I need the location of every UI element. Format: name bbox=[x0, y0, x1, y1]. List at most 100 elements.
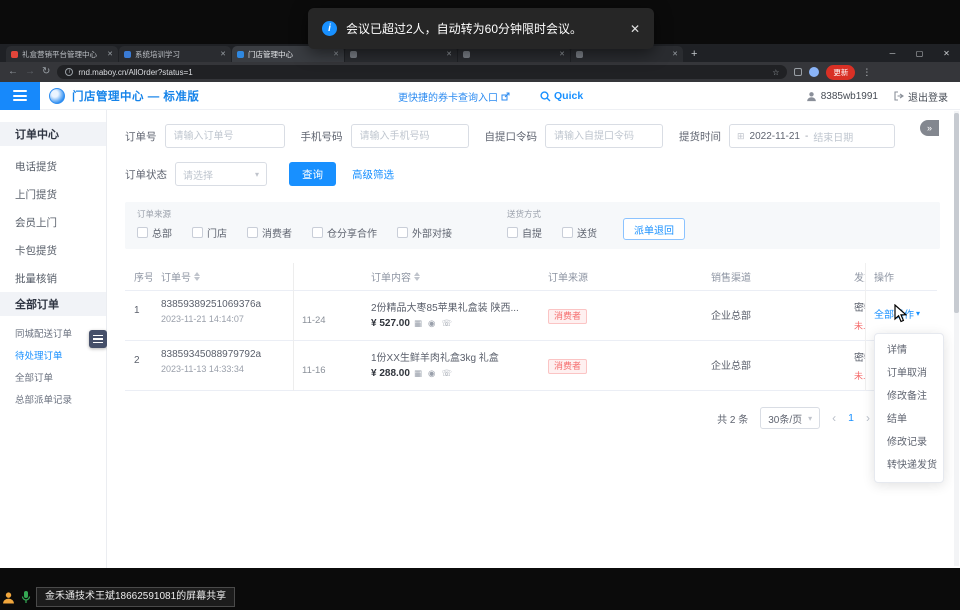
service-icon[interactable]: ◉ bbox=[428, 318, 437, 329]
checkbox-icon[interactable] bbox=[137, 227, 148, 238]
dropdown-menu-item[interactable]: 详情 bbox=[875, 339, 943, 362]
profile-avatar[interactable] bbox=[809, 67, 819, 77]
new-tab-button[interactable]: + bbox=[691, 46, 697, 62]
user-icon bbox=[806, 91, 817, 102]
order-source-group: 订单来源 总部 门店 bbox=[137, 208, 489, 240]
toast-close-icon[interactable]: ✕ bbox=[630, 22, 640, 36]
back-icon[interactable]: ← bbox=[8, 67, 18, 77]
app-title: 门店管理中心 — 标准版 bbox=[72, 88, 199, 104]
source-option[interactable]: 外部对接 bbox=[397, 225, 452, 240]
tab-close-icon[interactable]: ✕ bbox=[559, 50, 565, 58]
logout-icon bbox=[894, 91, 904, 101]
scrollbar-thumb[interactable] bbox=[954, 113, 959, 313]
sidebar-item[interactable]: 上门提货 bbox=[0, 180, 106, 208]
close-button[interactable]: ✕ bbox=[933, 49, 960, 58]
delivery-option[interactable]: 自提 bbox=[507, 225, 542, 240]
coupon-query-link[interactable]: 更快捷的券卡查询入口 bbox=[398, 89, 510, 104]
order-no-input[interactable] bbox=[165, 124, 285, 148]
sidebar-item[interactable]: 全部订单 bbox=[0, 366, 106, 388]
sort-caret-icon[interactable] bbox=[414, 272, 420, 281]
forward-icon[interactable]: → bbox=[25, 67, 35, 77]
tab-close-icon[interactable]: ✕ bbox=[107, 50, 113, 58]
date-range-picker[interactable]: ⊞ 2022-11-21 - 结束日期 bbox=[729, 124, 895, 148]
checkbox-icon[interactable] bbox=[507, 227, 518, 238]
dropdown-menu-item[interactable]: 修改备注 bbox=[875, 385, 943, 408]
user-account[interactable]: 8385wb1991 bbox=[806, 91, 878, 102]
page-size-select[interactable]: 30条/页 ▾ bbox=[760, 407, 820, 429]
share-status-text: 金禾通技术王斌18662591081的屏幕共享 bbox=[36, 587, 235, 607]
browser-update-button[interactable]: 更新 bbox=[826, 65, 855, 80]
search-button[interactable]: 查询 bbox=[289, 162, 336, 186]
order-table: 序号 订单号 订单内容 订单来源 销售渠道 发货 操作 bbox=[125, 263, 937, 391]
date-separator: - bbox=[805, 131, 808, 142]
main-content: » 订单号 手机号码 自提口令码 bbox=[107, 110, 960, 568]
sidebar-item[interactable]: 全部订单 bbox=[0, 292, 106, 316]
checkbox-icon[interactable] bbox=[312, 227, 323, 238]
dropdown-menu-item[interactable]: 结单 bbox=[875, 408, 943, 431]
pagination: 共 2 条 30条/页 ▾ ‹ 1 › bbox=[107, 407, 870, 429]
checkbox-icon[interactable] bbox=[247, 227, 258, 238]
chevron-down-icon: ▾ bbox=[255, 170, 259, 179]
logout-button[interactable]: 退出登录 bbox=[894, 89, 948, 104]
prev-page-button[interactable]: ‹ bbox=[832, 411, 836, 425]
address-bar[interactable]: i rnd.maboy.cn/AllOrder?status=1 ☆ bbox=[57, 65, 787, 79]
url-text[interactable]: rnd.maboy.cn/AllOrder?status=1 bbox=[78, 68, 767, 77]
order-status-select[interactable]: 请选择 ▾ bbox=[175, 162, 267, 186]
browser-tab[interactable]: 系统培训学习 ✕ bbox=[119, 46, 231, 62]
sidebar-toggle-icon[interactable] bbox=[89, 330, 107, 348]
source-option[interactable]: 总部 bbox=[137, 225, 172, 240]
bookmark-star-icon[interactable]: ☆ bbox=[772, 68, 779, 77]
image-icon[interactable]: ▦ bbox=[414, 368, 424, 379]
dropdown-menu-item[interactable]: 修改记录 bbox=[875, 431, 943, 454]
quick-search-button[interactable]: Quick bbox=[540, 90, 583, 102]
sort-caret-icon[interactable] bbox=[194, 272, 200, 281]
sidebar-item[interactable]: 卡包提货 bbox=[0, 236, 106, 264]
checkbox-icon[interactable] bbox=[397, 227, 408, 238]
next-page-button[interactable]: › bbox=[866, 411, 870, 425]
tab-close-icon[interactable]: ✕ bbox=[220, 50, 226, 58]
image-icon[interactable]: ▦ bbox=[414, 318, 424, 329]
collapse-drawer-handle[interactable]: » bbox=[920, 120, 939, 136]
phone-icon[interactable]: ☏ bbox=[441, 368, 454, 379]
source-option[interactable]: 消费者 bbox=[247, 225, 292, 240]
cell-sales-channel: 企业总部 bbox=[702, 341, 845, 390]
sidebar-item[interactable]: 批量核销 bbox=[0, 264, 106, 292]
delivery-option[interactable]: 送货 bbox=[562, 225, 597, 240]
checkbox-icon[interactable] bbox=[192, 227, 203, 238]
table-header: 序号 订单号 订单内容 订单来源 销售渠道 发货 操作 bbox=[125, 263, 937, 291]
browser-menu-icon[interactable]: ⋮ bbox=[862, 67, 871, 78]
sidebar-item[interactable]: 电话提货 bbox=[0, 152, 106, 180]
extensions-icon[interactable] bbox=[794, 68, 802, 76]
info-icon: i bbox=[322, 21, 337, 36]
sidebar-item[interactable]: 总部派单记录 bbox=[0, 388, 106, 410]
browser-tab[interactable]: 礼盒营销平台管理中心 ✕ bbox=[6, 46, 118, 62]
hamburger-menu-icon[interactable] bbox=[0, 82, 40, 110]
phone-icon[interactable]: ☏ bbox=[441, 318, 454, 329]
maximize-button[interactable]: ▢ bbox=[906, 49, 933, 58]
sidebar-item[interactable]: 订单中心 bbox=[0, 122, 106, 146]
tab-close-icon[interactable]: ✕ bbox=[446, 50, 452, 58]
dropdown-menu-item[interactable]: 转快递发货 bbox=[875, 454, 943, 477]
dropdown-menu-item[interactable]: 订单取消 bbox=[875, 362, 943, 385]
app-header: 门店管理中心 — 标准版 更快捷的券卡查询入口 Quick 8385wb1991 bbox=[0, 82, 960, 110]
pickup-code-input[interactable] bbox=[545, 124, 663, 148]
tab-close-icon[interactable]: ✕ bbox=[672, 50, 678, 58]
minimize-button[interactable]: ─ bbox=[879, 49, 906, 58]
current-page[interactable]: 1 bbox=[848, 412, 854, 424]
sidebar-item-label: 同城配送订单 bbox=[15, 326, 72, 340]
app-logo-icon bbox=[49, 88, 65, 104]
phone-input[interactable] bbox=[351, 124, 469, 148]
tab-favicon-icon bbox=[350, 51, 357, 58]
dispatch-return-button[interactable]: 派单退回 bbox=[623, 218, 685, 240]
order-status-placeholder: 请选择 bbox=[183, 167, 213, 182]
order-price: ¥ 527.00 bbox=[371, 318, 410, 329]
tab-close-icon[interactable]: ✕ bbox=[333, 50, 339, 58]
service-icon[interactable]: ◉ bbox=[428, 368, 437, 379]
sidebar-item[interactable]: 会员上门 bbox=[0, 208, 106, 236]
source-option[interactable]: 门店 bbox=[192, 225, 227, 240]
source-option[interactable]: 仓分享合作 bbox=[312, 225, 377, 240]
advanced-filter-link[interactable]: 高级筛选 bbox=[352, 167, 394, 182]
reload-icon[interactable]: ↻ bbox=[42, 67, 50, 77]
site-info-icon[interactable]: i bbox=[65, 68, 73, 76]
checkbox-icon[interactable] bbox=[562, 227, 573, 238]
